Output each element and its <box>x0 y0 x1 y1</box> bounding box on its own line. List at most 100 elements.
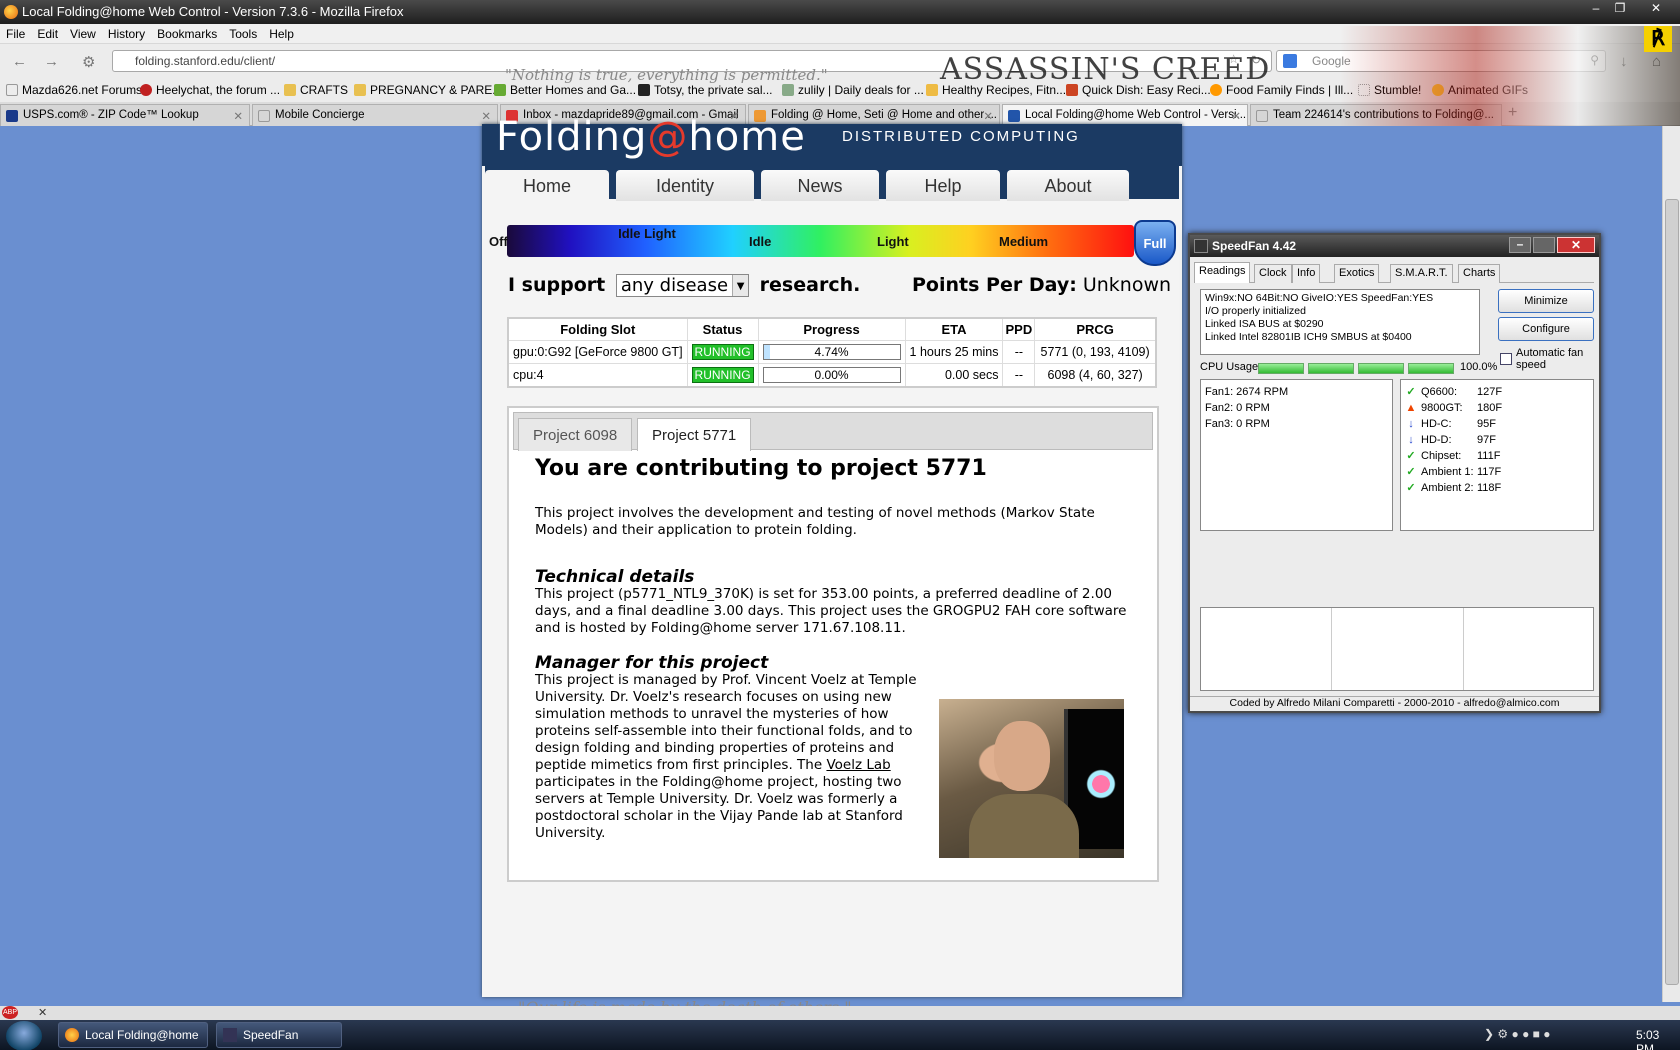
bookmark-folder[interactable]: CRAFTS <box>284 83 348 97</box>
progress-bar: 4.74% <box>762 344 901 360</box>
scrollbar-thumb[interactable] <box>1665 199 1679 985</box>
bookmark-item[interactable]: Healthy Recipes, Fitn... <box>926 83 1066 97</box>
restore-window-button[interactable]: ❐ <box>1606 0 1634 16</box>
clock[interactable]: 5:03 PM <box>1636 1028 1680 1050</box>
project-tabs: Project 6098 Project 5771 <box>513 412 1153 451</box>
close-tab-icon[interactable]: ✕ <box>1231 109 1241 123</box>
bookmark-item[interactable]: zulily | Daily deals for ... <box>782 83 924 97</box>
temp-row: ✓ Chipset: 111F <box>1406 450 1501 462</box>
tab-mobile-concierge[interactable]: Mobile Concierge ✕ <box>252 104 498 126</box>
close-addon-bar-icon[interactable]: ✕ <box>38 1006 47 1019</box>
tab-project-6098[interactable]: Project 6098 <box>518 418 633 451</box>
power-full-handle[interactable]: Full <box>1134 220 1176 266</box>
forward-icon[interactable]: → <box>44 53 59 70</box>
page-icon <box>1008 110 1020 122</box>
auto-fan-label: Automatic fan speed <box>1516 347 1584 371</box>
menu-tools[interactable]: Tools <box>223 24 263 44</box>
cpu-core-bar <box>1408 363 1454 374</box>
tab-team-contributions[interactable]: Team 224614's contributions to Folding@.… <box>1250 104 1502 126</box>
tab-help[interactable]: Help <box>886 170 1000 201</box>
technical-details: This project (p5771_NTL9_370K) is set fo… <box>535 586 1127 636</box>
manager-heading: Manager for this project <box>535 653 769 673</box>
close-tab-icon[interactable]: ✕ <box>481 109 491 123</box>
tab-clock[interactable]: Clock <box>1254 264 1292 283</box>
close-tab-icon[interactable]: ✕ <box>983 109 993 123</box>
tab-about[interactable]: About <box>1007 170 1129 201</box>
back-icon[interactable]: ← <box>12 53 27 70</box>
adblock-icon[interactable]: ABP <box>2 1006 18 1019</box>
power-idle-light-label[interactable]: Idle Light <box>617 227 677 240</box>
tab-news[interactable]: News <box>761 170 879 201</box>
tab-identity[interactable]: Identity <box>616 170 754 201</box>
chevron-down-icon[interactable]: ▼ <box>732 275 749 296</box>
speedfan-titlebar: SpeedFan 4.42 – ✕ <box>1190 235 1599 257</box>
download-icon[interactable]: ↓ <box>1620 53 1628 70</box>
page-scrollbar[interactable] <box>1662 126 1680 1002</box>
google-icon[interactable] <box>1283 54 1297 68</box>
menu-file[interactable]: File <box>0 24 31 44</box>
auto-fan-checkbox[interactable] <box>1500 353 1512 365</box>
cause-select[interactable]: any disease ▼ <box>615 274 750 297</box>
minimize-button[interactable]: Minimize <box>1498 289 1594 313</box>
cpu-usage-value: 100.0% <box>1460 361 1498 373</box>
bookmark-star-icon[interactable]: ☆ <box>1228 52 1239 66</box>
search-icon[interactable]: ⚲ <box>1590 53 1599 67</box>
fan-list: Fan1: 2674 RPM Fan2: 0 RPM Fan3: 0 RPM <box>1200 379 1393 531</box>
tab-folding-web-control[interactable]: Local Folding@home Web Control - Versi..… <box>1002 104 1248 126</box>
menu-bookmarks[interactable]: Bookmarks <box>151 24 223 44</box>
voelz-lab-link[interactable]: Voelz Lab <box>826 757 890 773</box>
power-slider[interactable]: Off Idle Light Idle Light Medium <box>489 225 1134 257</box>
power-light-label[interactable]: Light <box>877 235 909 248</box>
menu-edit[interactable]: Edit <box>31 24 64 44</box>
table-row[interactable]: gpu:0:G92 [GeForce 9800 GT] RUNNING 4.74… <box>507 340 1157 364</box>
bookmark-item[interactable]: Food Family Finds | Ill... <box>1210 83 1353 97</box>
power-idle-label[interactable]: Idle <box>749 235 771 248</box>
tray-icons[interactable]: ❯ ⚙ ● ● ■ ● <box>1484 1027 1550 1041</box>
slot-name: gpu:0:G92 [GeForce 9800 GT] <box>507 340 688 364</box>
close-tab-icon[interactable]: ✕ <box>233 109 243 123</box>
identity-icon[interactable]: ⚙ <box>82 53 95 71</box>
table-row[interactable]: cpu:4 RUNNING 0.00% 0.00 secs -- 6098 (4… <box>507 363 1157 388</box>
speedfan-minimize-button[interactable]: – <box>1509 237 1531 253</box>
status-badge: RUNNING <box>691 344 754 360</box>
bookmark-item[interactable]: Animated GIFs <box>1432 83 1528 97</box>
search-bar[interactable]: Google ⚲ <box>1276 50 1606 72</box>
window-titlebar: Local Folding@home Web Control - Version… <box>0 0 1680 24</box>
tab-home[interactable]: Home <box>485 170 609 201</box>
power-medium-label[interactable]: Medium <box>999 235 1048 248</box>
start-button[interactable] <box>6 1021 42 1050</box>
progress-bar: 0.00% <box>762 367 901 383</box>
bookmark-item[interactable]: Heelychat, the forum ... <box>140 83 280 97</box>
col-prcg: PRCG <box>1034 317 1157 341</box>
new-tab-button[interactable]: + <box>1508 104 1517 122</box>
tab-info[interactable]: Info <box>1292 264 1321 283</box>
configure-button[interactable]: Configure <box>1498 317 1594 341</box>
tab-usps[interactable]: USPS.com® - ZIP Code™ Lookup ✕ <box>0 104 250 126</box>
bookmark-folder[interactable]: PREGNANCY & PARE... <box>354 83 502 97</box>
bookmark-item[interactable]: Better Homes and Ga... <box>494 83 636 97</box>
taskbar-speedfan[interactable]: SpeedFan <box>216 1022 342 1048</box>
bookmark-item[interactable]: Totsy, the private sal... <box>638 83 773 97</box>
menu-help[interactable]: Help <box>263 24 300 44</box>
close-window-button[interactable]: ✕ <box>1640 0 1672 16</box>
reload-icon[interactable]: ↻ <box>1251 53 1261 67</box>
home-icon[interactable]: ⌂ <box>1652 53 1661 70</box>
speedfan-maximize-button[interactable] <box>1533 237 1555 253</box>
tab-project-5771[interactable]: Project 5771 <box>637 418 752 451</box>
menu-history[interactable]: History <box>102 24 151 44</box>
power-off-label[interactable]: Off <box>489 235 508 248</box>
tab-smart[interactable]: S.M.A.R.T. <box>1390 264 1453 283</box>
bookmark-item[interactable]: Mazda626.net Forums <box>6 83 142 97</box>
tab-charts[interactable]: Charts <box>1458 264 1501 283</box>
bookmark-item[interactable]: Quick Dish: Easy Reci... <box>1066 83 1211 97</box>
tab-exotics[interactable]: Exotics <box>1334 264 1380 283</box>
speedfan-close-button[interactable]: ✕ <box>1557 237 1595 253</box>
points-per-day: Points Per Day: Unknown <box>912 274 1171 296</box>
taskbar-firefox[interactable]: Local Folding@home ... <box>58 1022 208 1050</box>
fah-panel: Folding@home DISTRIBUTED COMPUTING Home … <box>482 114 1182 997</box>
bookmark-item[interactable]: Stumble! <box>1358 83 1421 97</box>
menu-view[interactable]: View <box>64 24 102 44</box>
speedfan-log[interactable]: Win9x:NO 64Bit:NO GiveIO:YES SpeedFan:YE… <box>1200 289 1480 355</box>
fah-subtitle: DISTRIBUTED COMPUTING <box>842 128 1080 145</box>
tab-readings[interactable]: Readings <box>1194 262 1251 283</box>
